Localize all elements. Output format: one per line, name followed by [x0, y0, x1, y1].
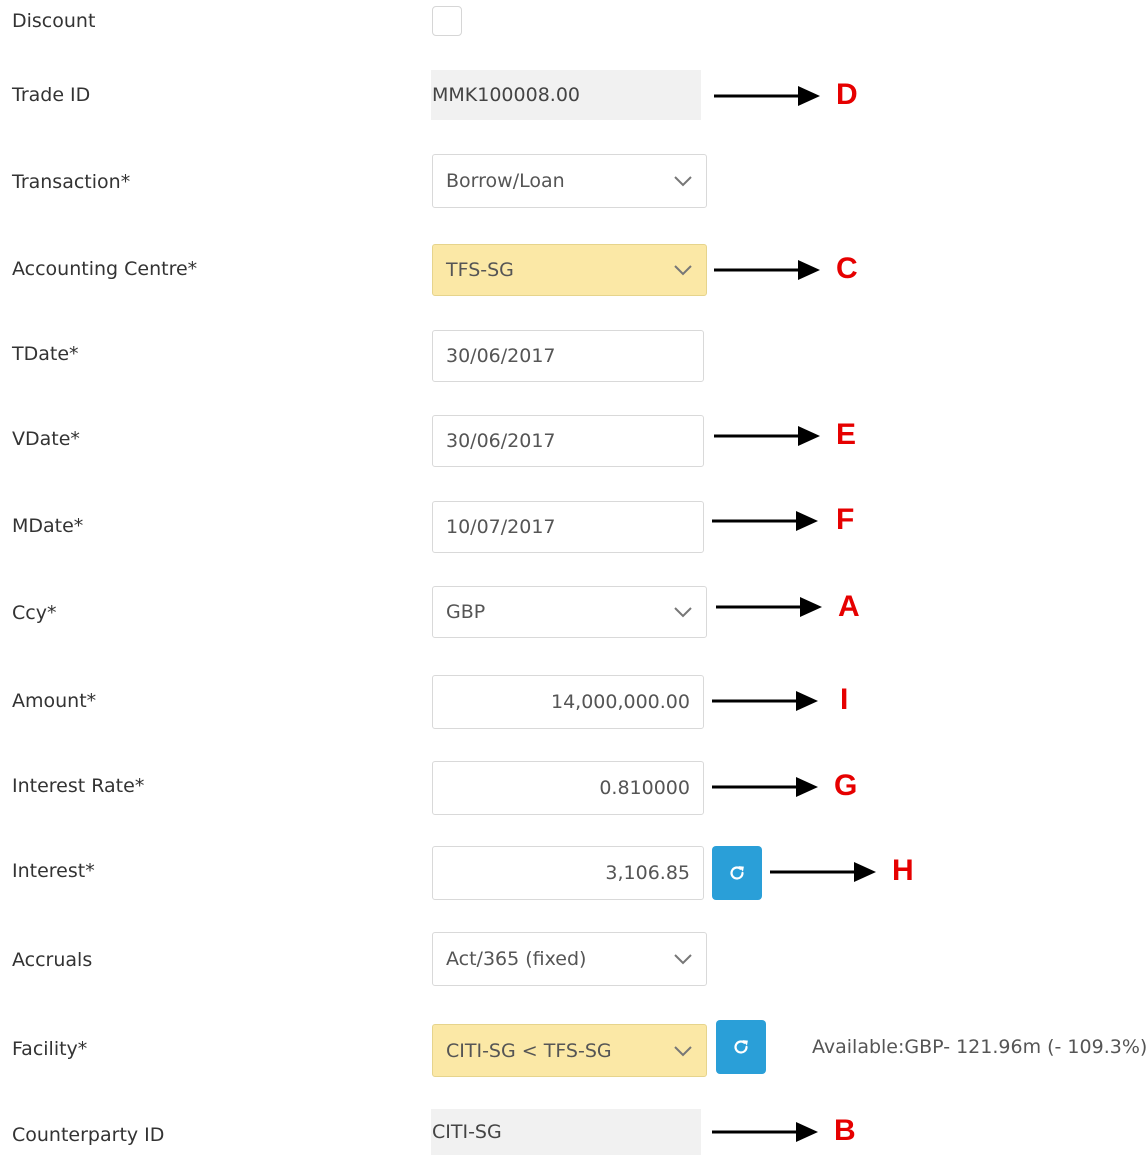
mdate-value: 10/07/2017: [446, 516, 556, 538]
transaction-select[interactable]: Borrow/Loan: [432, 154, 707, 208]
interest-refresh-button[interactable]: [712, 846, 762, 900]
discount-checkbox[interactable]: [432, 6, 462, 36]
counterparty-id-value: CITI-SG: [432, 1121, 502, 1143]
annotation-letter-c: C: [836, 252, 858, 285]
tdate-value: 30/06/2017: [446, 345, 556, 367]
accounting-centre-select[interactable]: TFS-SG: [432, 244, 707, 296]
vdate-label: VDate*: [12, 428, 80, 450]
trade-id-field: MMK100008.00: [431, 70, 701, 120]
arrow-right-icon: [712, 508, 820, 534]
arrow-right-icon: [714, 423, 822, 449]
facility-label: Facility*: [12, 1038, 88, 1060]
mdate-label: MDate*: [12, 515, 84, 537]
amount-input[interactable]: 14,000,000.00: [432, 675, 704, 729]
accruals-select[interactable]: Act/365 (fixed): [432, 932, 707, 986]
chevron-down-icon: [673, 171, 693, 191]
interest-rate-label: Interest Rate*: [12, 775, 145, 797]
counterparty-id-label: Counterparty ID: [12, 1124, 165, 1146]
annotation-letter-e: E: [836, 418, 857, 451]
annotation-letter-f: F: [836, 503, 855, 536]
annotation-letter-g: G: [834, 769, 858, 802]
arrow-right-icon: [770, 859, 878, 885]
interest-input[interactable]: 3,106.85: [432, 846, 704, 900]
arrow-right-icon: [712, 1119, 820, 1145]
interest-rate-value: 0.810000: [599, 777, 690, 799]
chevron-down-icon: [673, 1041, 693, 1061]
discount-label: Discount: [12, 10, 96, 32]
trade-id-value: MMK100008.00: [432, 84, 580, 106]
ccy-value: GBP: [446, 601, 486, 623]
arrow-right-icon: [714, 83, 822, 109]
counterparty-id-field: CITI-SG: [431, 1109, 701, 1155]
refresh-icon: [730, 866, 744, 880]
ccy-label: Ccy*: [12, 602, 57, 624]
vdate-input[interactable]: 30/06/2017: [432, 415, 704, 467]
accounting-centre-label: Accounting Centre*: [12, 258, 198, 280]
arrow-right-icon: [714, 257, 822, 283]
chevron-down-icon: [673, 260, 693, 280]
amount-value: 14,000,000.00: [550, 691, 690, 713]
amount-label: Amount*: [12, 690, 97, 712]
facility-refresh-button[interactable]: [716, 1020, 766, 1074]
refresh-icon: [734, 1040, 748, 1054]
arrow-right-icon: [712, 774, 820, 800]
facility-available-text: Available:GBP- 121.96m (- 109.3%): [812, 1036, 1148, 1058]
transaction-value: Borrow/Loan: [446, 170, 565, 192]
facility-select[interactable]: CITI-SG < TFS-SG: [432, 1024, 707, 1077]
tdate-input[interactable]: 30/06/2017: [432, 330, 704, 382]
annotation-letter-a: A: [838, 590, 860, 623]
annotation-letter-h: H: [892, 854, 914, 887]
interest-label: Interest*: [12, 860, 95, 882]
chevron-down-icon: [673, 602, 693, 622]
mdate-input[interactable]: 10/07/2017: [432, 501, 704, 553]
tdate-label: TDate*: [12, 343, 79, 365]
annotation-letter-d: D: [836, 78, 858, 111]
vdate-value: 30/06/2017: [446, 430, 556, 452]
ccy-select[interactable]: GBP: [432, 586, 707, 638]
accruals-label: Accruals: [12, 949, 93, 971]
accruals-value: Act/365 (fixed): [446, 948, 587, 970]
interest-rate-input[interactable]: 0.810000: [432, 761, 704, 815]
facility-value: CITI-SG < TFS-SG: [446, 1039, 612, 1062]
arrow-right-icon: [716, 594, 824, 620]
interest-value: 3,106.85: [605, 862, 690, 884]
arrow-right-icon: [712, 688, 820, 714]
accounting-centre-value: TFS-SG: [446, 259, 514, 281]
transaction-label: Transaction*: [12, 171, 131, 193]
annotation-letter-i: I: [840, 683, 849, 716]
trade-id-label: Trade ID: [12, 84, 91, 106]
chevron-down-icon: [673, 949, 693, 969]
annotation-letter-b: B: [834, 1114, 856, 1147]
